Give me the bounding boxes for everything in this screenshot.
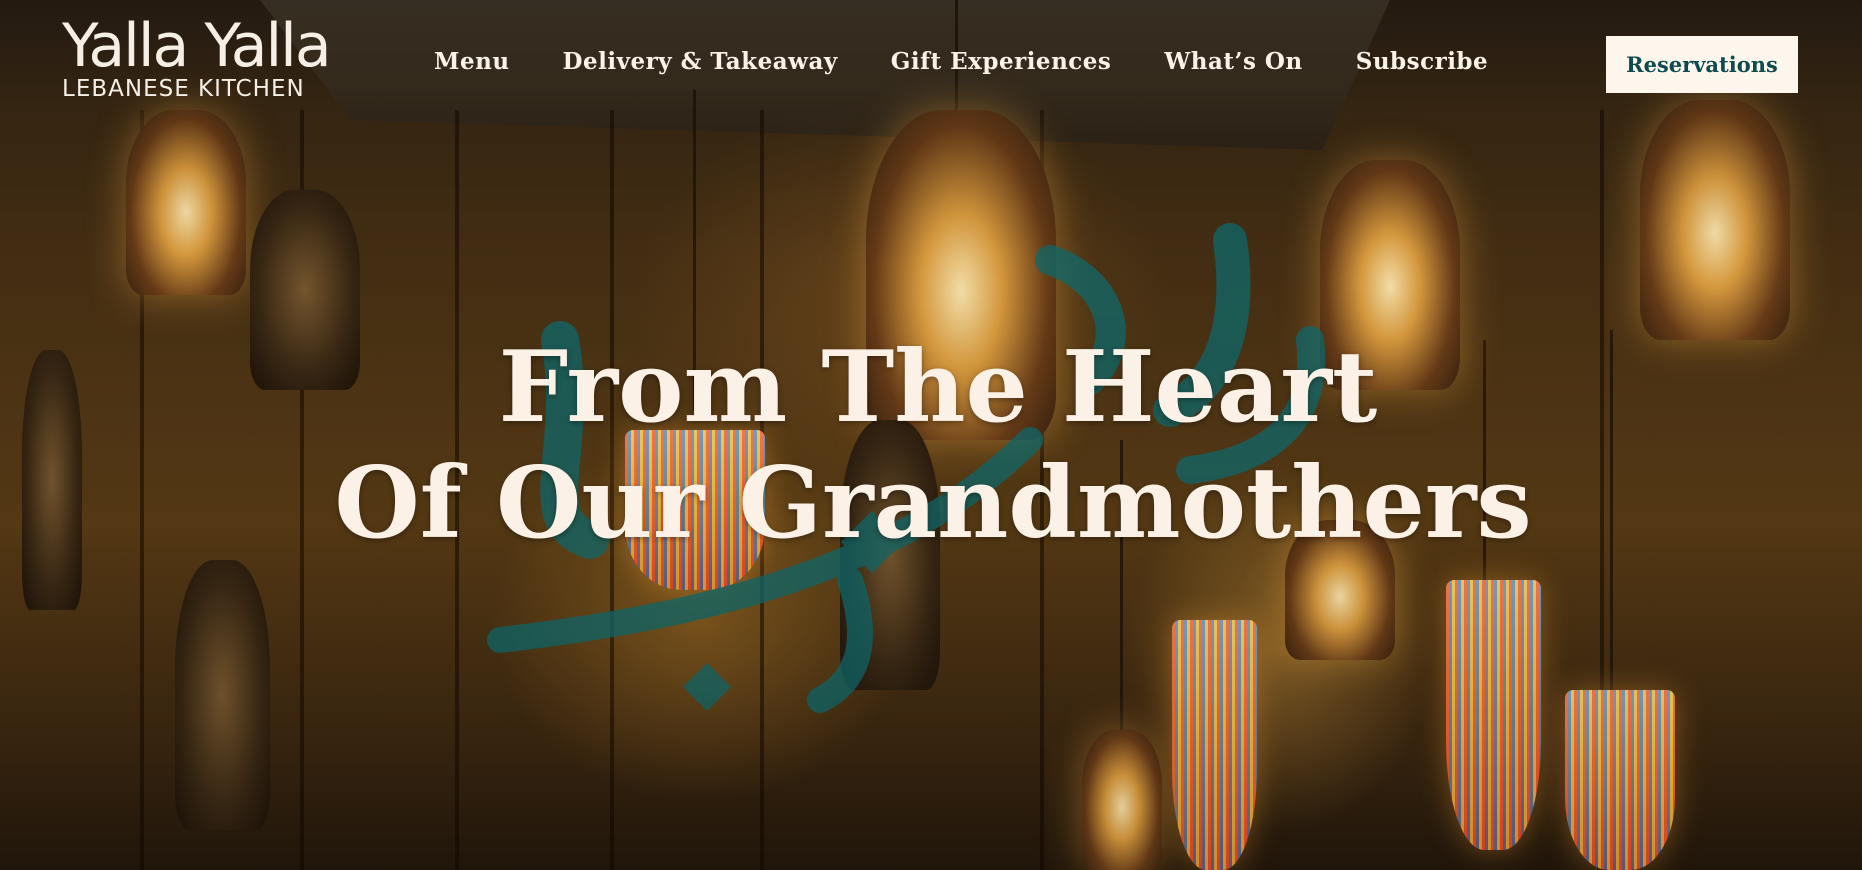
nav-item-whats-on[interactable]: What’s On — [1164, 48, 1302, 75]
nav-item-gift-experiences[interactable]: Gift Experiences — [891, 48, 1112, 75]
nav-item-menu[interactable]: Menu — [434, 48, 510, 75]
hero-headline-line-1: From The Heart — [498, 330, 1378, 445]
hero-headline-line-2: Of Our Grandmothers — [334, 446, 1532, 561]
main-nav: Menu Delivery & Takeaway Gift Experience… — [434, 48, 1541, 75]
nav-item-delivery-takeaway[interactable]: Delivery & Takeaway — [563, 48, 838, 75]
logo-wordmark: Yalla Yalla — [62, 11, 332, 81]
reservations-button[interactable]: Reservations — [1606, 36, 1798, 93]
brand-logo[interactable]: Yalla Yalla LEBANESE KITCHEN — [62, 11, 332, 102]
nav-item-subscribe[interactable]: Subscribe — [1356, 48, 1488, 75]
logo-tagline: LEBANESE KITCHEN — [62, 76, 305, 102]
hero-headline: From The Heart Of Our Grandmothers — [0, 330, 1862, 562]
